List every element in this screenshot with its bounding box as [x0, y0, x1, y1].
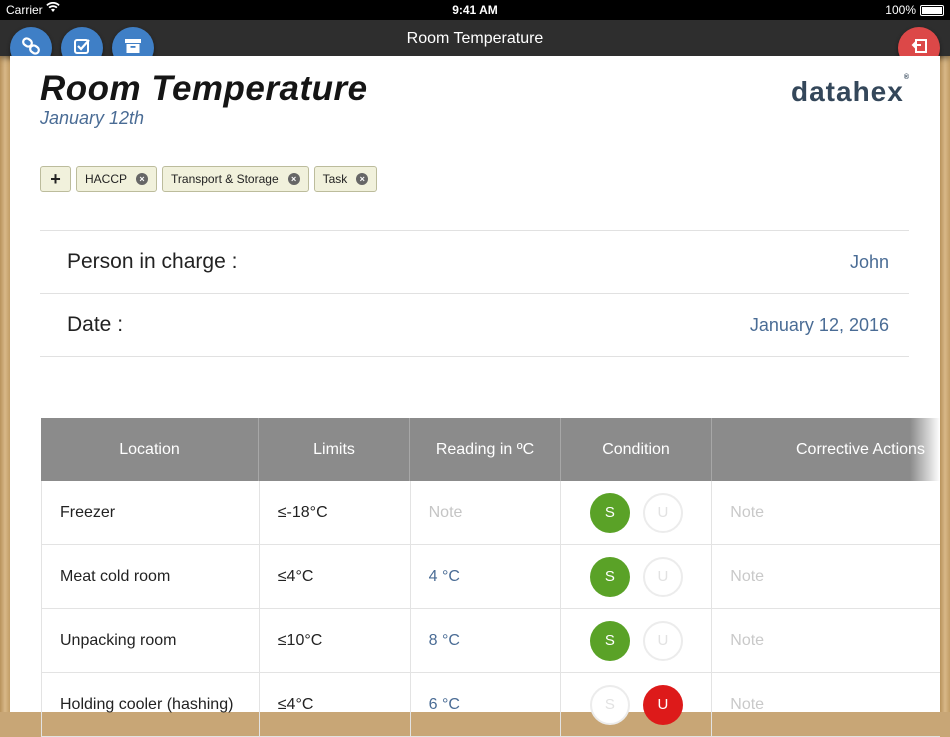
status-bar: Carrier 9:41 AM 100%: [0, 0, 950, 20]
header-reading: Reading in ºC: [410, 418, 561, 481]
datahex-logo: datahex®: [791, 73, 910, 108]
satisfactory-toggle[interactable]: S: [589, 492, 630, 533]
reading-input[interactable]: Note: [411, 481, 562, 544]
header-limits: Limits: [259, 418, 410, 481]
condition-cell: S U: [561, 545, 713, 608]
tag-transport-storage[interactable]: Transport & Storage ×: [162, 166, 309, 192]
logo-registered-mark: ®: [903, 73, 910, 81]
condition-cell: S U: [561, 673, 713, 736]
condition-cell: S U: [561, 609, 713, 672]
unsatisfactory-toggle[interactable]: U: [642, 492, 683, 533]
unsatisfactory-toggle[interactable]: U: [642, 684, 683, 725]
tag-haccp[interactable]: HACCP ×: [76, 166, 158, 192]
header-condition: Condition: [561, 418, 712, 481]
table-row: Unpacking room ≤10°C 8 °C S U Note: [41, 609, 940, 673]
remove-tag-icon[interactable]: ×: [356, 173, 369, 185]
corrective-action-input[interactable]: Note: [712, 609, 940, 672]
tag-list: + HACCP × Transport & Storage × Task ×: [40, 166, 378, 192]
clock: 9:41 AM: [452, 3, 498, 17]
person-in-charge-value[interactable]: John: [850, 252, 889, 273]
header-corrective-actions: Corrective Actions: [796, 440, 925, 458]
page-subtitle-date: January 12th: [40, 108, 145, 128]
remove-tag-icon[interactable]: ×: [136, 173, 149, 185]
battery-percentage: 100%: [885, 3, 916, 17]
satisfactory-toggle[interactable]: S: [589, 556, 630, 597]
reading-input[interactable]: 4 °C: [411, 545, 562, 608]
person-in-charge-row[interactable]: Person in charge : John: [40, 230, 909, 293]
unsatisfactory-toggle[interactable]: U: [642, 620, 683, 661]
table-row: Holding cooler (hashing) ≤4°C 6 °C S U N…: [41, 673, 940, 737]
date-row[interactable]: Date : January 12, 2016: [40, 293, 909, 357]
location-cell: Meat cold room: [42, 545, 260, 608]
reading-input[interactable]: 6 °C: [411, 673, 562, 736]
unsatisfactory-toggle[interactable]: U: [642, 556, 683, 597]
remove-tag-icon[interactable]: ×: [287, 173, 300, 185]
location-cell: Holding cooler (hashing): [42, 673, 260, 736]
limit-cell: ≤4°C: [260, 673, 411, 736]
limit-cell: ≤10°C: [260, 609, 411, 672]
table-row: Freezer ≤-18°C Note S U Note: [41, 481, 940, 545]
page-title: Room Temperature: [40, 69, 368, 108]
tag-label: HACCP: [85, 172, 128, 186]
location-cell: Unpacking room: [42, 609, 260, 672]
date-label: Date :: [67, 313, 124, 336]
add-tag-button[interactable]: +: [40, 166, 71, 192]
corrective-action-input[interactable]: Note: [712, 673, 940, 736]
condition-cell: S U: [561, 481, 713, 544]
location-cell: Freezer: [42, 481, 260, 544]
satisfactory-toggle[interactable]: S: [589, 684, 630, 725]
scroll-fade: [910, 418, 940, 481]
table-header: Location Limits Reading in ºC Condition …: [41, 418, 940, 481]
person-in-charge-label: Person in charge :: [67, 250, 238, 273]
temperature-table: Location Limits Reading in ºC Condition …: [41, 418, 940, 737]
satisfactory-toggle[interactable]: S: [589, 620, 630, 661]
wood-background-right: [940, 0, 950, 712]
logo-text: datahex: [791, 76, 904, 107]
date-value[interactable]: January 12, 2016: [750, 315, 889, 336]
battery-icon: [920, 5, 944, 16]
corrective-action-input[interactable]: Note: [712, 481, 940, 544]
limit-cell: ≤4°C: [260, 545, 411, 608]
limit-cell: ≤-18°C: [260, 481, 411, 544]
corrective-action-input[interactable]: Note: [712, 545, 940, 608]
wood-background-left: [0, 0, 10, 712]
tag-label: Task: [322, 172, 348, 186]
header-location: Location: [41, 418, 259, 481]
reading-input[interactable]: 8 °C: [411, 609, 562, 672]
form-sheet: Room Temperature January 12th datahex® +…: [10, 56, 940, 737]
table-row: Meat cold room ≤4°C 4 °C S U Note: [41, 545, 940, 609]
tag-task[interactable]: Task ×: [313, 166, 378, 192]
tag-label: Transport & Storage: [171, 172, 279, 186]
